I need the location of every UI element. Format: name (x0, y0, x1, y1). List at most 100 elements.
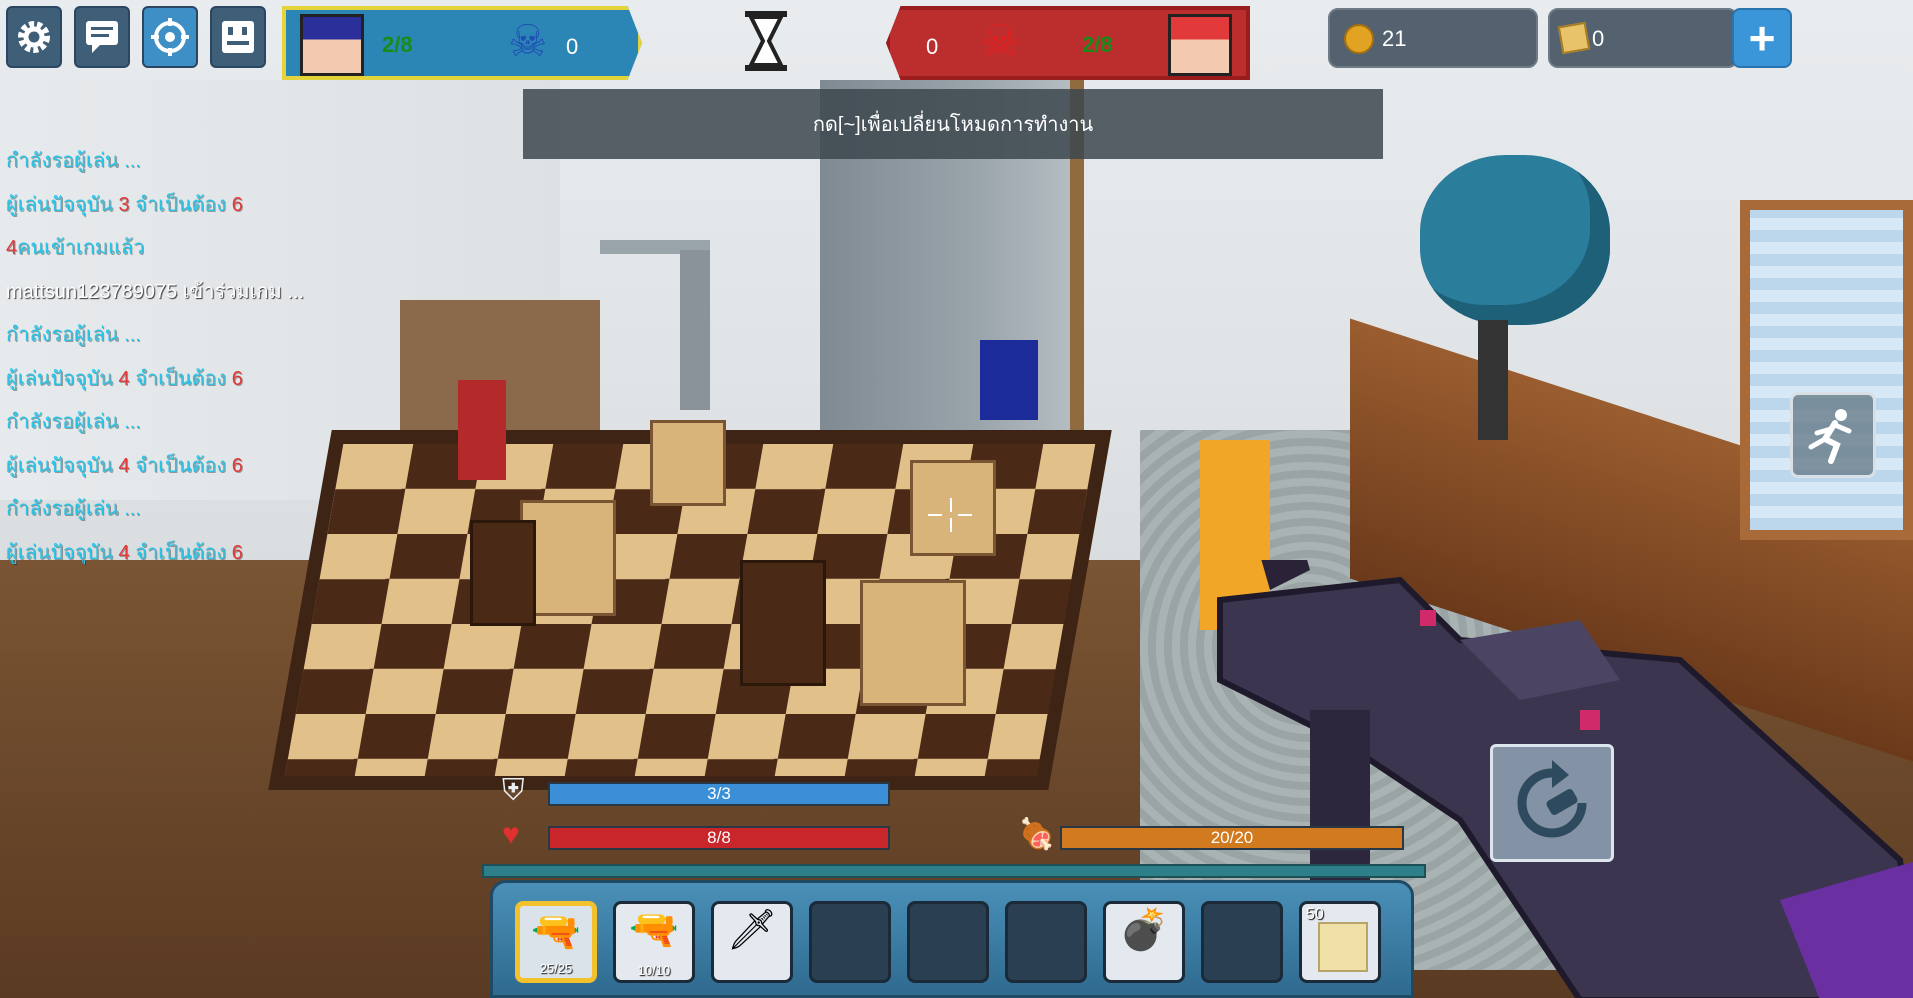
chess-piece-light (910, 460, 996, 556)
chat-icon (86, 21, 118, 53)
hotbar-slot-5[interactable] (907, 901, 989, 983)
hotbar-slot-7[interactable]: 💣 (1103, 901, 1185, 983)
reload-button[interactable] (1490, 744, 1614, 862)
chat-message-text: 6 (231, 367, 243, 390)
chat-message: กำลังรอผู้เล่น ... (6, 314, 426, 358)
chat-message-text: กำลังรอผู้เล่น ... (6, 411, 141, 433)
chat-message-text: 6 (231, 454, 243, 477)
scoreboard-icon (222, 21, 254, 53)
armor-value: 3/3 (707, 784, 731, 803)
rifle-icon: 🔫 (531, 910, 581, 954)
chat-message-text: จำเป็นต้อง (129, 541, 232, 564)
sword-icon: 🗡 (726, 908, 778, 952)
target-button[interactable] (142, 6, 198, 68)
grenade-icon: 💣 (1119, 908, 1169, 952)
red-skull-icon: ☠ (980, 17, 1020, 66)
chat-message-text: mattsun123789075 เข้าร่วมเกม ... (6, 280, 305, 303)
ammo-count: 10/10 (637, 963, 671, 978)
blue-skull-icon: ☠ (508, 17, 548, 66)
desk-lamp-pole (680, 250, 710, 410)
hotbar-slot-1[interactable]: 🔫 25/25 (515, 901, 597, 983)
blue-team-kills: 0 (566, 34, 579, 59)
chat-message-text: 6 (231, 541, 243, 564)
red-team-panel: 0 ☠ 2/8 (886, 6, 1250, 80)
sprint-button[interactable] (1790, 392, 1876, 478)
chess-piece-dark (470, 520, 536, 626)
chat-message-text: 4 (118, 454, 130, 477)
chat-message-text: กำลังรอผู้เล่น ... (6, 324, 141, 346)
chat-message: mattsun123789075 เข้าร่วมเกม ... (6, 271, 426, 315)
chat-message-text: 4 (118, 541, 130, 564)
red-flag (458, 380, 506, 480)
chat-message: กำลังรอผู้เล่น ... (6, 401, 426, 445)
blue-team-score: 2/8 (382, 32, 413, 57)
chat-message: กำลังรอผู้เล่น ... (6, 140, 426, 184)
chat-message-text: 4 (6, 237, 18, 259)
plus-icon: + (1748, 12, 1776, 64)
chess-piece-knight (650, 420, 726, 506)
chat-message: ผู้เล่นปัจจุบัน 4 จำเป็นต้อง 6 (6, 358, 426, 402)
block-icon (1318, 922, 1368, 972)
coin-value: 21 (1382, 26, 1407, 51)
settings-button[interactable] (6, 6, 62, 68)
armor-icon: ⛨ (502, 774, 525, 807)
heart-icon: ♥ (502, 818, 520, 851)
blaster-icon: 🔫 (629, 908, 679, 952)
chat-message-text: 3 (118, 193, 130, 216)
blue-team-avatar (300, 14, 364, 76)
chat-message-text: ผู้เล่นปัจจุบัน (6, 541, 119, 564)
chat-button[interactable] (74, 6, 130, 68)
gem-value: 0 (1592, 26, 1605, 51)
health-value: 8/8 (707, 828, 731, 847)
gear-icon (18, 21, 50, 53)
chat-message: 4คนเข้าเกมแล้ว (6, 227, 426, 271)
chat-message-text: กำลังรอผู้เล่น ... (6, 498, 141, 520)
chat-message: กำลังรอผู้เล่น ... (6, 488, 426, 532)
hotbar-slot-9[interactable]: 50 (1299, 901, 1381, 983)
hotbar: 🔫 25/25 🔫 10/10 🗡 💣 50 (490, 880, 1414, 998)
hunger-value: 20/20 (1210, 828, 1254, 847)
coin-icon (1344, 24, 1374, 54)
chat-message: ผู้เล่นปัจจุบัน 4 จำเป็นต้อง 6 (6, 532, 426, 576)
item-count: 50 (1306, 906, 1324, 923)
ammo-count: 25/25 (539, 961, 573, 976)
chess-piece-rook (860, 580, 966, 706)
running-man-icon (1808, 409, 1852, 464)
glowing-block (1200, 440, 1270, 630)
hotbar-slot-2[interactable]: 🔫 10/10 (613, 901, 695, 983)
add-currency-button[interactable]: + (1732, 8, 1792, 68)
hotbar-slot-6[interactable] (1005, 901, 1087, 983)
chat-message-text: จำเป็นต้อง (129, 454, 232, 477)
hotbar-slot-3[interactable]: 🗡 (711, 901, 793, 983)
hourglass-icon (745, 11, 787, 71)
globe-stand (1478, 320, 1508, 440)
blue-team-panel: 2/8 ☠ 0 (282, 6, 642, 80)
chat-message-text: 4 (118, 367, 130, 390)
gold-cube-icon (1557, 21, 1591, 55)
red-team-score: 2/8 (1082, 32, 1113, 57)
experience-bar (482, 864, 1426, 878)
mode-notice-text: กด[~]เพื่อเปลี่ยนโหมดการทำงาน (812, 114, 1094, 136)
blue-flag (980, 340, 1038, 420)
red-team-avatar (1168, 14, 1232, 76)
mode-notice: กด[~]เพื่อเปลี่ยนโหมดการทำงาน (523, 89, 1383, 159)
scoreboard-button[interactable] (210, 6, 266, 68)
chat-message-text: ผู้เล่นปัจจุบัน (6, 193, 119, 216)
chat-message-text: 6 (231, 193, 243, 216)
blue-globe-decoration (1420, 155, 1610, 325)
hotbar-slot-8[interactable] (1201, 901, 1283, 983)
chat-message-text: ผู้เล่นปัจจุบัน (6, 367, 119, 390)
chat-message: ผู้เล่นปัจจุบัน 4 จำเป็นต้อง 6 (6, 445, 426, 489)
chat-log: กำลังรอผู้เล่น ... ผู้เล่นปัจจุบัน 3 จำเป… (6, 140, 426, 575)
hunger-bar: 20/20 (1060, 826, 1404, 850)
chat-message-text: ผู้เล่นปัจจุบัน (6, 454, 119, 477)
health-bar: 8/8 (548, 826, 890, 850)
coin-counter: 21 (1328, 8, 1538, 68)
gem-counter: 0 (1548, 8, 1738, 68)
chess-piece-dark (740, 560, 826, 686)
armor-bar: 3/3 (548, 782, 890, 806)
red-team-kills: 0 (926, 34, 939, 59)
hotbar-slot-4[interactable] (809, 901, 891, 983)
window (1740, 200, 1913, 540)
meat-icon: 🍖 (1018, 818, 1056, 851)
